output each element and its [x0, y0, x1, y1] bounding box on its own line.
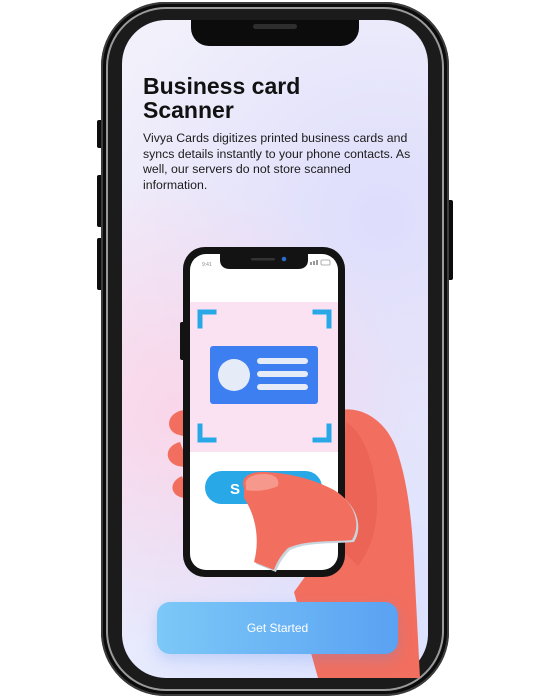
page-title: Business card Scanner [143, 73, 301, 123]
page-description: Vivya Cards digitizes printed business c… [143, 131, 411, 192]
volume-down-button [97, 238, 101, 290]
mini-scan-button-label: S [230, 481, 240, 498]
mini-status-time: 9:41 [202, 262, 212, 268]
mute-switch [97, 120, 101, 148]
volume-up-button [97, 175, 101, 227]
earpiece-speaker [253, 24, 297, 29]
mini-phone-notch [220, 254, 308, 269]
power-button [449, 200, 453, 280]
get-started-button[interactable]: Get Started [157, 602, 398, 654]
app-screenshot: Business card Scanner Vivya Cards digiti… [0, 0, 550, 700]
